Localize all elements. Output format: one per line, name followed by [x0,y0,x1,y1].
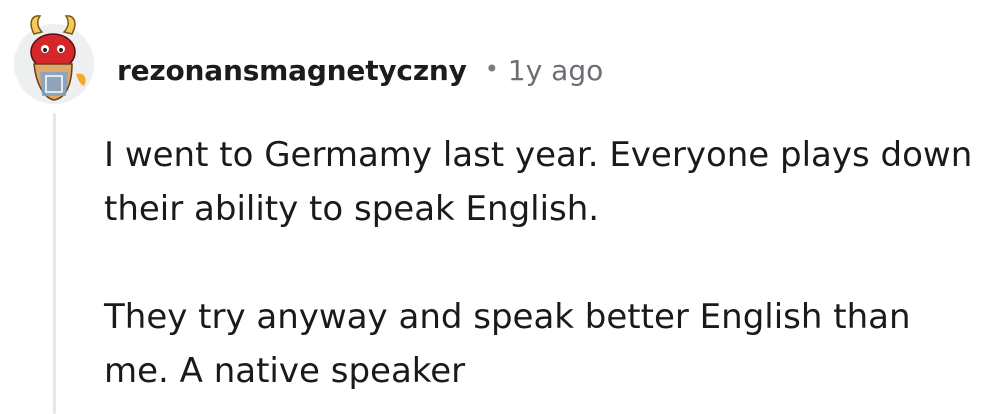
comment-paragraph: I went to Germamy last year. Everyone pl… [104,135,973,229]
comment-meta: rezonansmagnetyczny • 1y ago [117,50,603,90]
thread-line[interactable] [53,113,56,414]
author-username[interactable]: rezonansmagnetyczny [117,54,467,87]
comment-timestamp[interactable]: 1y ago [508,54,603,87]
user-avatar-icon[interactable] [10,12,98,108]
comment-body: I went to Germamy last year. Everyone pl… [104,128,974,398]
comment-paragraph: They try anyway and speak better English… [104,297,911,391]
meta-separator: • [484,55,499,83]
comment: rezonansmagnetyczny • 1y ago I went to G… [0,0,991,414]
